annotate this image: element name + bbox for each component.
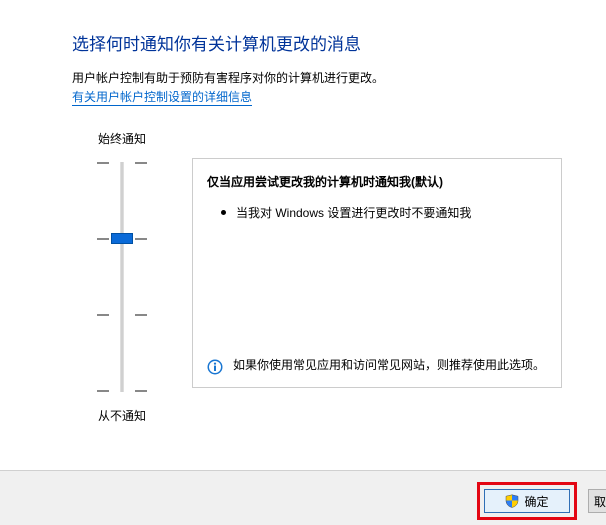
highlight-frame: 确定 [477,482,577,520]
panel-heading: 仅当应用尝试更改我的计算机时通知我(默认) [207,173,547,190]
uac-slider[interactable] [97,157,147,397]
description-text: 用户帐户控制有助于预防有害程序对你的计算机进行更改。 [72,69,586,86]
bullet-icon [221,210,226,215]
ok-button[interactable]: 确定 [484,489,570,513]
panel-bullet-text: 当我对 Windows 设置进行更改时不要通知我 [236,204,471,221]
ok-button-label: 确定 [524,493,548,510]
description-panel: 仅当应用尝试更改我的计算机时通知我(默认) 当我对 Windows 设置进行更改… [192,158,562,388]
slider-label-never: 从不通知 [98,407,146,424]
info-icon [207,359,223,375]
slider-label-always: 始终通知 [98,130,146,147]
panel-info-text: 如果你使用常见应用和访问常见网站，则推荐使用此选项。 [233,357,545,374]
dialog-footer: 确定 取 [0,471,606,525]
slider-track-line [121,162,124,392]
slider-thumb[interactable] [111,233,133,244]
cancel-button[interactable]: 取 [588,489,606,513]
page-title: 选择何时通知你有关计算机更改的消息 [72,30,586,55]
shield-icon [505,494,519,508]
uac-help-link[interactable]: 有关用户帐户控制设置的详细信息 [72,88,252,106]
